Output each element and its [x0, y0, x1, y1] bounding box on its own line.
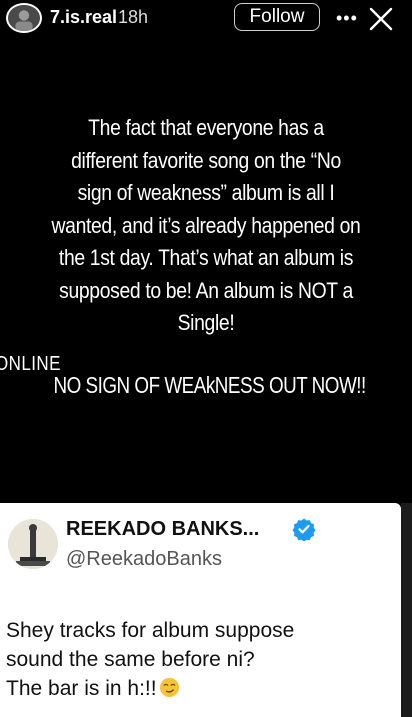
tweet-body-line: The bar is in h:!! [6, 674, 396, 703]
follow-button[interactable]: Follow [234, 3, 320, 31]
tweet-body-line: sound the same before ni? [6, 648, 255, 671]
card-edge [401, 503, 412, 717]
tweet-handle[interactable]: @ReekadoBanks [66, 548, 222, 571]
user-avatar[interactable] [6, 3, 42, 33]
tweet-body-line: Shey tracks for album suppose [6, 619, 295, 642]
story-text-line: Single! [177, 310, 235, 335]
story-timestamp: 18h [118, 7, 149, 27]
tweet-body-line-text: The bar is in h:!! [6, 677, 157, 700]
verified-badge-icon [292, 517, 316, 541]
story-text-line: supposed to be! An album is NOT a [59, 277, 353, 303]
story-text-line: the 1st day. That’s what an album is [58, 245, 354, 270]
more-horizontal-icon[interactable]: ••• [336, 8, 358, 29]
story-username[interactable]: 7.is.real [50, 7, 117, 28]
story-text-line: sign of weakness” album is all I [77, 180, 335, 205]
tweet-avatar[interactable] [8, 519, 58, 569]
tweet-display-name[interactable]: REEKADO BANKS... [66, 518, 259, 541]
out-now-text: NO SIGN OF WEAkNESS OUT NOW!! [53, 372, 366, 398]
story-header: 7.is.real 18h Follow ••• [0, 0, 412, 36]
online-label: ONLINE [0, 353, 61, 375]
story-text-line: wanted, and it’s already happened on [51, 212, 361, 238]
story-text: The fact that everyone has a different f… [46, 112, 366, 340]
tweet-body: Shey tracks for album suppose sound the … [6, 616, 396, 703]
smirking-face-icon [159, 677, 180, 698]
story-text-line: different favorite song on the “No [71, 147, 341, 173]
close-icon[interactable] [366, 4, 396, 34]
embedded-tweet-card[interactable]: REEKADO BANKS... @ReekadoBanks Shey trac… [0, 503, 401, 717]
story-text-line: The fact that everyone has a [88, 115, 324, 140]
